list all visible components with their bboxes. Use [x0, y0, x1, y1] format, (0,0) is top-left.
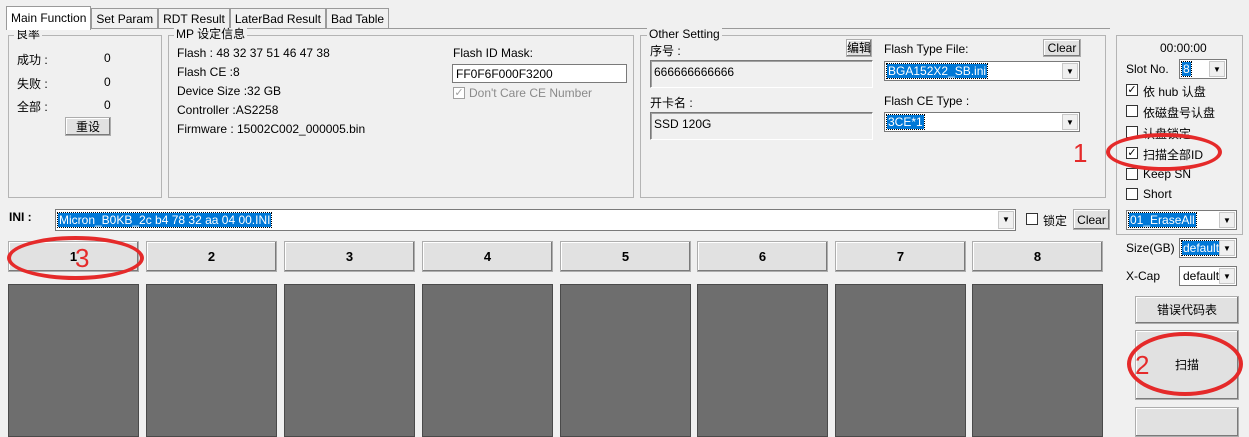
flash-id-mask-input[interactable]: FF0F6F000F3200 — [452, 64, 627, 83]
chevron-down-icon[interactable]: ▼ — [1219, 268, 1235, 284]
lock-checkbox[interactable] — [1026, 213, 1038, 225]
slot-status-1 — [8, 284, 139, 437]
flash-ce-type-value: 3CE*1 — [886, 114, 925, 130]
annotation-circle-1 — [1106, 133, 1222, 171]
card-name-label: 开卡名 : — [650, 96, 693, 110]
edit-serial-button[interactable]: 编辑 — [846, 39, 872, 57]
timer-text: 00:00:00 — [1160, 41, 1207, 55]
hub-detect-checkbox[interactable]: ✓ — [1126, 84, 1138, 96]
flash-type-clear-button[interactable]: Clear — [1043, 39, 1081, 57]
total-label: 全部 : — [17, 100, 48, 114]
success-label: 成功 : — [17, 53, 48, 67]
chevron-down-icon[interactable]: ▼ — [1062, 63, 1078, 79]
slot-header-4[interactable]: 4 — [422, 241, 553, 272]
card-name-field[interactable]: SSD 120G — [650, 112, 873, 140]
size-select[interactable]: default ▼ — [1179, 238, 1237, 258]
flash-type-file-label: Flash Type File: — [884, 42, 969, 56]
keep-sn-checkbox[interactable] — [1126, 168, 1138, 180]
short-label: Short — [1143, 187, 1172, 201]
device-size-text: Device Size :32 GB — [177, 84, 282, 98]
reset-button[interactable]: 重设 — [65, 117, 111, 136]
tab-rdt-result[interactable]: RDT Result — [158, 8, 230, 29]
slot-header-7[interactable]: 7 — [835, 241, 966, 272]
disk-number-detect-checkbox[interactable] — [1126, 105, 1138, 117]
slot-status-8 — [972, 284, 1103, 437]
slot-status-6 — [697, 284, 828, 437]
slot-header-6[interactable]: 6 — [697, 241, 828, 272]
annotation-number-3: 3 — [75, 243, 90, 273]
slot-header-8[interactable]: 8 — [972, 241, 1103, 272]
dont-care-ce-label: Don't Care CE Number — [469, 86, 592, 100]
tab-divider — [6, 28, 1110, 29]
slot-header-5[interactable]: 5 — [560, 241, 691, 272]
ini-clear-button[interactable]: Clear — [1073, 209, 1110, 230]
slot-no-select[interactable]: 8 ▼ — [1179, 59, 1227, 79]
serial-field[interactable]: 666666666666 — [650, 60, 873, 88]
annotation-number-1: 1 — [1073, 138, 1088, 168]
controller-text: Controller :AS2258 — [177, 103, 279, 117]
mode-value: 01_EraseAll — [1128, 212, 1197, 228]
flash-id-text: Flash : 48 32 37 51 46 47 38 — [177, 46, 330, 60]
short-checkbox[interactable] — [1126, 188, 1138, 200]
slot-status-7 — [835, 284, 966, 437]
slot-header-3[interactable]: 3 — [284, 241, 415, 272]
slot-status-2 — [146, 284, 277, 437]
annotation-number-2: 2 — [1135, 350, 1150, 380]
error-code-table-button[interactable]: 错误代码表 — [1135, 296, 1239, 324]
flash-ce-type-label: Flash CE Type : — [884, 94, 970, 108]
bottom-action-button[interactable] — [1135, 407, 1239, 437]
slot-status-5 — [560, 284, 691, 437]
success-count: 0 — [104, 51, 111, 65]
ini-label: INI : — [9, 210, 32, 224]
slot-status-3 — [284, 284, 415, 437]
fail-count: 0 — [104, 75, 111, 89]
dont-care-ce-checkbox[interactable]: ✓ — [453, 87, 465, 99]
slot-header-2[interactable]: 2 — [146, 241, 277, 272]
tab-main-function[interactable]: Main Function — [6, 6, 92, 30]
xcap-value: default — [1183, 269, 1220, 283]
mp-info-legend: MP 设定信息 — [174, 27, 248, 41]
tab-laterbad-result[interactable]: LaterBad Result — [229, 8, 326, 29]
slot-no-value: 8 — [1181, 61, 1192, 77]
chevron-down-icon[interactable]: ▼ — [998, 211, 1014, 229]
other-setting-legend: Other Setting — [647, 27, 722, 41]
ini-value: Micron_B0KB_2c b4 78 32 aa 04 00.INI — [56, 212, 273, 228]
size-value: default — [1180, 240, 1222, 256]
flash-type-file-select[interactable]: BGA152X2_SB.ini ▼ — [884, 61, 1080, 81]
ini-select[interactable]: Micron_B0KB_2c b4 78 32 aa 04 00.INI ▼ — [55, 209, 1016, 231]
mode-select[interactable]: 01_EraseAll ▼ — [1126, 210, 1237, 230]
tab-set-param[interactable]: Set Param — [91, 8, 159, 29]
serial-label: 序号 : — [650, 44, 681, 58]
flash-id-mask-label: Flash ID Mask: — [453, 46, 534, 60]
xcap-select[interactable]: default ▼ — [1179, 266, 1237, 286]
chevron-down-icon[interactable]: ▼ — [1219, 240, 1235, 256]
slot-status-4 — [422, 284, 553, 437]
hub-detect-label: 依 hub 认盘 — [1143, 85, 1206, 99]
chevron-down-icon[interactable]: ▼ — [1219, 212, 1235, 228]
fail-label: 失败 : — [17, 77, 48, 91]
tab-bar: Main Function Set Param RDT Result Later… — [6, 6, 390, 30]
disk-number-detect-label: 依磁盘号认盘 — [1143, 106, 1216, 120]
xcap-label: X-Cap — [1126, 269, 1161, 283]
tab-bad-table[interactable]: Bad Table — [325, 8, 390, 29]
chevron-down-icon[interactable]: ▼ — [1062, 114, 1078, 130]
flash-type-file-value: BGA152X2_SB.ini — [885, 63, 989, 79]
lock-label: 锁定 — [1043, 214, 1068, 228]
flash-ce-text: Flash CE :8 — [177, 65, 240, 79]
total-count: 0 — [104, 98, 111, 112]
chevron-down-icon[interactable]: ▼ — [1209, 61, 1225, 77]
slot-no-label: Slot No. — [1126, 62, 1169, 76]
flash-ce-type-select[interactable]: 3CE*1 ▼ — [884, 112, 1080, 132]
firmware-text: Firmware : 15002C002_000005.bin — [177, 122, 366, 136]
size-label: Size(GB) — [1126, 241, 1175, 255]
